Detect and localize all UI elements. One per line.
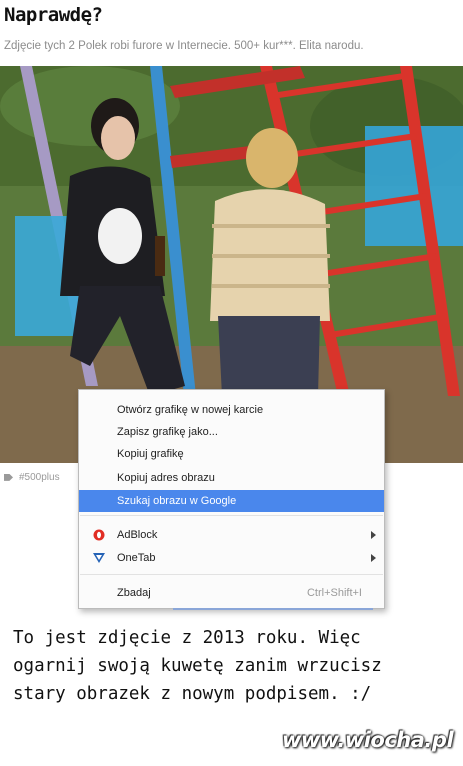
menu-item-onetab[interactable]: OneTab bbox=[79, 547, 384, 569]
caption-line: To jest zdjęcie z 2013 roku. Więc bbox=[13, 628, 361, 648]
menu-item-copy-image-address[interactable]: Kopiuj adres obrazu bbox=[79, 467, 384, 489]
page-subtitle: Zdjęcie tych 2 Polek robi furore w Inter… bbox=[4, 40, 364, 52]
tag-500plus[interactable]: #500plus bbox=[19, 472, 60, 483]
menu-item-search-image-google[interactable]: Szukaj obrazu w Google bbox=[79, 490, 384, 512]
submenu-arrow-icon bbox=[371, 531, 376, 539]
tag-icon bbox=[4, 473, 13, 481]
page-title: Naprawdę? bbox=[4, 4, 103, 26]
menu-item-open-image-new-tab[interactable]: Otwórz grafikę w nowej karcie bbox=[79, 399, 384, 421]
inspect-shortcut: Ctrl+Shift+I bbox=[306, 587, 362, 599]
caption-line: stary obrazek z nowym podpisem. :/ bbox=[13, 684, 372, 704]
post-tags: #500plus bbox=[4, 472, 60, 483]
caption-text: To jest zdjęcie z 2013 roku. Więc ogarni… bbox=[13, 624, 453, 708]
menu-item-save-image-as[interactable]: Zapisz grafikę jako... bbox=[79, 421, 384, 443]
page-underline bbox=[173, 608, 373, 610]
menu-item-copy-image[interactable]: Kopiuj grafikę bbox=[79, 443, 384, 465]
menu-item-inspect[interactable]: Zbadaj Ctrl+Shift+I bbox=[79, 582, 384, 604]
caption-line: ogarnij swoją kuwetę zanim wrzucisz bbox=[13, 656, 382, 676]
menu-item-adblock[interactable]: AdBlock bbox=[79, 524, 384, 546]
submenu-arrow-icon bbox=[371, 554, 376, 562]
site-watermark: www.wiocha.pl bbox=[282, 728, 454, 752]
onetab-icon bbox=[93, 553, 105, 563]
context-menu: Otwórz grafikę w nowej karcie Zapisz gra… bbox=[78, 389, 385, 609]
menu-separator bbox=[80, 515, 383, 516]
adblock-icon bbox=[93, 529, 105, 541]
menu-separator bbox=[80, 574, 383, 575]
